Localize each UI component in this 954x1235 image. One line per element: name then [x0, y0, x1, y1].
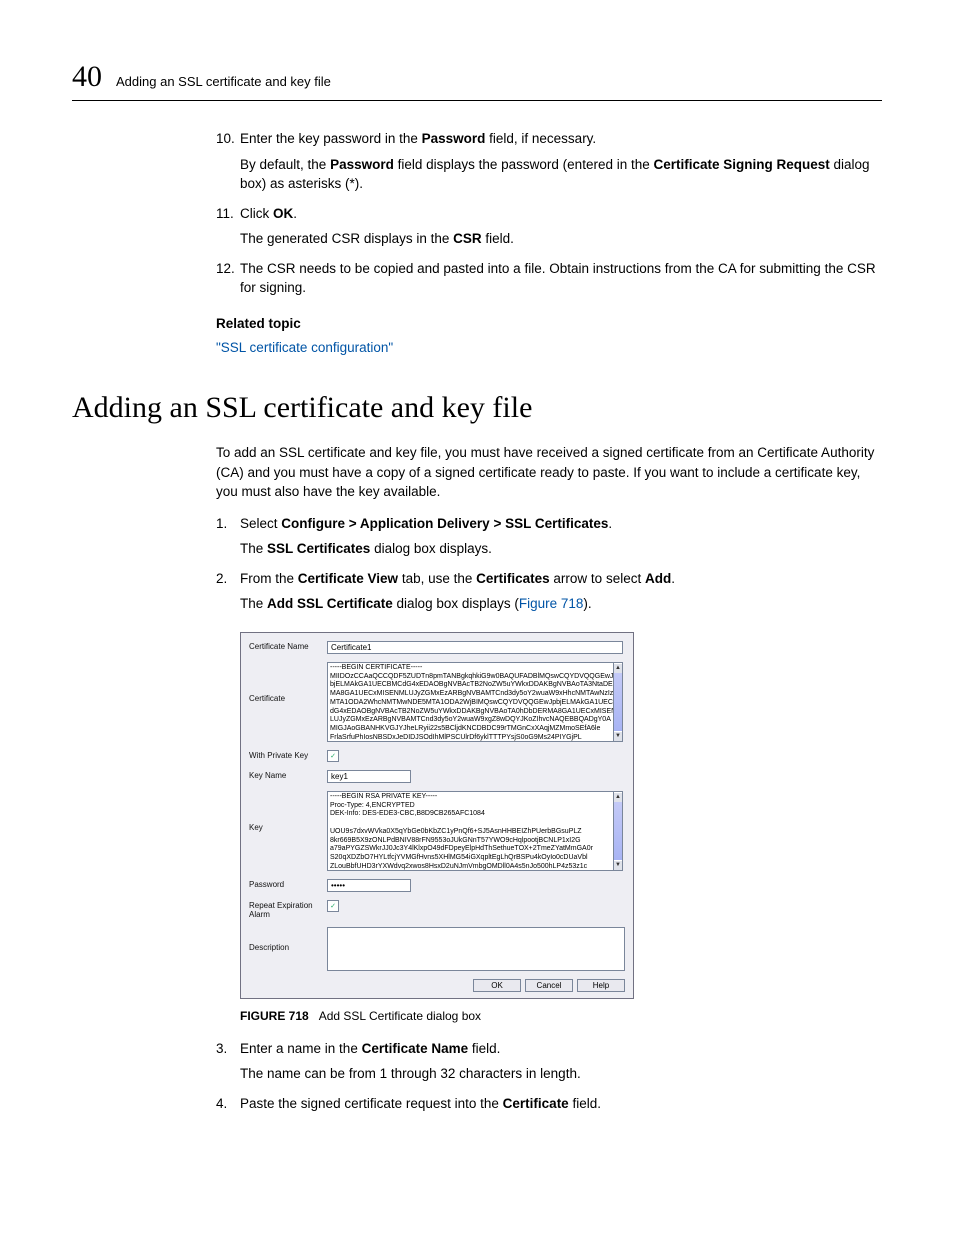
label-key-name: Key Name — [249, 770, 327, 780]
scroll-up-icon[interactable]: ▲ — [614, 792, 622, 802]
textarea-certificate[interactable]: -----BEGIN CERTIFICATE----- MIIDOzCCAaQC… — [327, 662, 613, 742]
label-cert-name: Certificate Name — [249, 641, 327, 651]
label-password: Password — [249, 879, 327, 889]
main-heading: Adding an SSL certificate and key file — [72, 391, 882, 425]
page-header: 40 Adding an SSL certificate and key fil… — [72, 60, 882, 101]
related-topic-link[interactable]: "SSL certificate configuration" — [216, 340, 393, 355]
add-ssl-cert-dialog: Certificate Name Certificate1 Certificat… — [240, 632, 634, 999]
step-10: 10. Enter the key password in the Passwo… — [216, 129, 878, 194]
step-2: 2. From the Certificate View tab, use th… — [216, 569, 878, 614]
step-11: 11. Click OK. The generated CSR displays… — [216, 204, 878, 249]
intro-para: To add an SSL certificate and key file, … — [216, 443, 878, 502]
label-certificate: Certificate — [249, 662, 327, 703]
steps-block-a: 10. Enter the key password in the Passwo… — [216, 129, 878, 357]
step-1: 1. Select Configure > Application Delive… — [216, 514, 878, 559]
label-description: Description — [249, 927, 327, 952]
step-4: 4. Paste the signed certificate request … — [216, 1094, 878, 1114]
checkbox-repeat-alarm[interactable]: ✓ — [327, 900, 339, 912]
input-cert-name[interactable]: Certificate1 — [327, 641, 623, 654]
label-repeat-alarm: Repeat Expiration Alarm — [249, 900, 327, 919]
page: 40 Adding an SSL certificate and key fil… — [0, 0, 954, 1235]
scroll-up-icon[interactable]: ▲ — [614, 663, 622, 673]
main-content: To add an SSL certificate and key file, … — [216, 443, 878, 1114]
cancel-button[interactable]: Cancel — [525, 979, 573, 992]
label-key: Key — [249, 791, 327, 832]
checkbox-with-priv-key[interactable]: ✓ — [327, 750, 339, 762]
textarea-description[interactable] — [327, 927, 625, 971]
textarea-key[interactable]: -----BEGIN RSA PRIVATE KEY----- Proc-Typ… — [327, 791, 613, 871]
scrollbar-key[interactable]: ▲ ▼ — [613, 791, 623, 871]
page-number: 40 — [72, 60, 102, 94]
help-button[interactable]: Help — [577, 979, 625, 992]
ok-button[interactable]: OK — [473, 979, 521, 992]
scroll-down-icon[interactable]: ▼ — [614, 860, 622, 870]
label-with-priv-key: With Private Key — [249, 750, 327, 760]
figure-ref-link[interactable]: Figure 718 — [519, 596, 584, 611]
input-password[interactable]: ••••• — [327, 879, 411, 892]
scroll-down-icon[interactable]: ▼ — [614, 731, 622, 741]
step-3: 3. Enter a name in the Certificate Name … — [216, 1039, 878, 1084]
step-12: 12. The CSR needs to be copied and paste… — [216, 259, 878, 298]
figure-caption: FIGURE 718 Add SSL Certificate dialog bo… — [240, 1009, 878, 1023]
input-key-name[interactable]: key1 — [327, 770, 411, 783]
scrollbar-certificate[interactable]: ▲ ▼ — [613, 662, 623, 742]
related-topic-heading: Related topic — [216, 316, 878, 331]
page-header-title: Adding an SSL certificate and key file — [116, 74, 331, 89]
